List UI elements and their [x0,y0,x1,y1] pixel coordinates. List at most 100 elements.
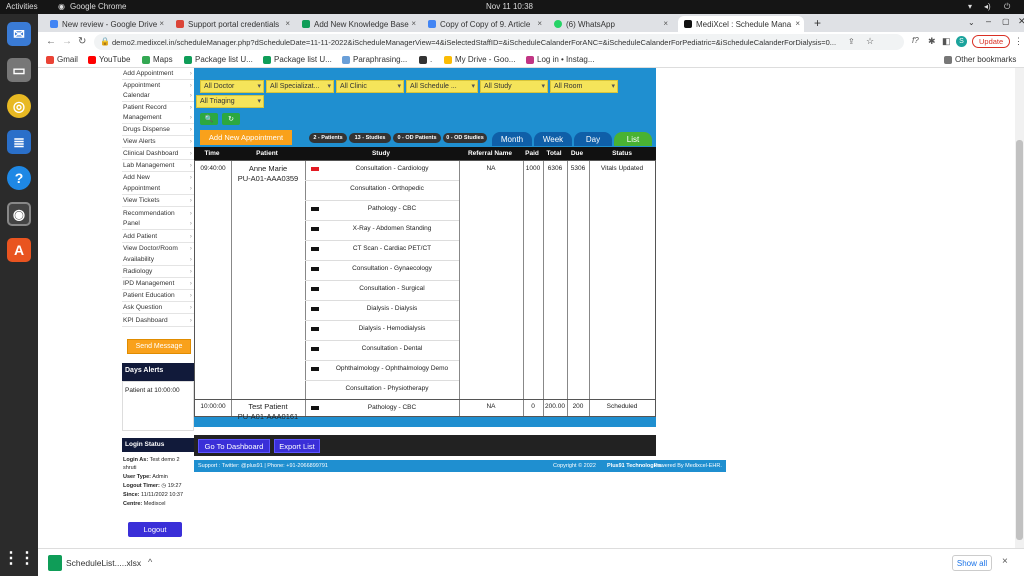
sidebar-item-kpi-dashboard[interactable]: KPI Dashboard [122,315,194,327]
sidebar-item-ask-question[interactable]: Ask Question [122,302,194,314]
triaging-filter[interactable]: All Triaging [196,95,264,108]
omnibox[interactable]: 🔒 demo2.medixcel.in/scheduleManager.php?… [94,34,904,50]
app-name[interactable]: Google Chrome [70,2,126,11]
reload-icon[interactable]: ↻ [78,36,86,47]
study-filter[interactable]: All Study [480,80,548,93]
refresh-button[interactable]: ↻ [222,113,240,125]
study-item[interactable]: Consultation - Gynaecology [305,261,459,281]
study-item[interactable]: Pathology - CBC [305,201,459,221]
share-icon[interactable]: ⇪ [848,37,855,46]
close-icon[interactable]: × [411,19,416,28]
study-item[interactable]: Consultation - Cardiology [305,161,459,181]
add-new-appointment-button[interactable]: Add New Appointment [200,130,292,145]
url-text[interactable]: demo2.medixcel.in/scheduleManager.php?dS… [112,38,852,47]
chrome-dock-icon[interactable]: ◉ [7,202,31,226]
study-item[interactable]: Pathology - CBC [305,400,459,420]
bookmark-dot[interactable]: . [419,55,432,64]
thunderbird-icon[interactable]: ✉ [7,22,31,46]
formula-extension-icon[interactable]: f? [912,36,919,45]
specialization-filter[interactable]: All Specializat... [266,80,334,93]
files-icon[interactable]: ▭ [7,58,31,82]
tab-knowledge-base[interactable]: Add New Knowledge Base × [296,16,420,32]
tab-medixcel[interactable]: MediXcel : Schedule Mana × [678,16,804,32]
download-file-name[interactable]: ScheduleList.....xlsx [66,558,141,568]
sidebar-item-radiology[interactable]: Radiology [122,266,194,278]
sidebar-item-clinical-dashboard[interactable]: Clinical Dashboard [122,148,194,160]
sidebar-item-doctor-availability-2[interactable]: Availability [122,254,194,266]
bookmark-paraphrasing[interactable]: Paraphrasing... [342,55,407,64]
row-patient-id[interactable]: PU-A01-AAA0161 [231,412,305,421]
tab-support-portal[interactable]: Support portal credentials × [170,16,294,32]
study-item[interactable]: CT Scan - Cardiac PET/CT [305,241,459,261]
writer-icon[interactable]: ≣ [7,130,31,154]
row-patient-id[interactable]: PU-A01-AAA0359 [231,174,305,183]
search-button[interactable]: 🔍 [200,113,218,125]
doctor-filter[interactable]: All Doctor [200,80,264,93]
bookmark-package-list-1[interactable]: Package list U... [184,55,253,64]
room-filter[interactable]: All Room [550,80,618,93]
tab-list[interactable]: List [614,132,652,146]
avatar[interactable]: S [956,36,967,47]
close-download-bar-icon[interactable]: × [1002,556,1008,567]
study-item[interactable]: Consultation - Surgical [305,281,459,301]
study-item[interactable]: Consultation - Orthopedic [305,181,459,201]
study-item[interactable]: Consultation - Physiotherapy [305,381,459,401]
sidebar-item-doctor-availability[interactable]: View Doctor/Room [122,243,194,254]
sidebar-item-patient-record-2[interactable]: Management [122,112,194,124]
bookmark-other[interactable]: Other bookmarks [944,55,1016,64]
sidebar-item-view-alerts[interactable]: View Alerts [122,136,194,148]
scrollbar-thumb[interactable] [1016,140,1023,540]
close-icon[interactable]: × [285,19,290,28]
bookmark-star-icon[interactable]: ☆ [866,36,874,47]
close-icon[interactable]: × [159,19,164,28]
extensions-icon[interactable]: ✱ [928,36,936,47]
tab-google-drive[interactable]: New review - Google Drive × [44,16,168,32]
activities-button[interactable]: Activities [6,2,38,11]
clock[interactable]: Nov 11 10:38 [486,2,533,11]
sidebar-item-appointment-calendar-2[interactable]: Calendar [122,90,194,102]
sidebar-item-patient-education[interactable]: Patient Education [122,290,194,302]
sidebar-item-add-patient[interactable]: Add Patient [122,231,194,243]
close-window-button[interactable]: ✕ [1018,16,1024,27]
sidebar-item-add-new-appointment[interactable]: Add New [122,172,194,183]
tab-month[interactable]: Month [492,132,532,146]
go-to-dashboard-button[interactable]: Go To Dashboard [198,439,270,453]
software-icon[interactable]: A [7,238,31,262]
lock-icon[interactable]: 🔒 [100,37,110,46]
bookmark-maps[interactable]: Maps [142,55,173,64]
study-item[interactable]: X-Ray - Abdomen Standing [305,221,459,241]
export-list-button[interactable]: Export List [274,439,320,453]
new-tab-button[interactable]: + [814,16,821,30]
sidebar-item-add-appointment[interactable]: Add Appointment [122,68,194,80]
maximize-button[interactable]: ▢ [1002,17,1010,26]
tab-day[interactable]: Day [574,132,612,146]
chevron-up-icon[interactable]: ^ [148,557,152,567]
help-icon[interactable]: ? [7,166,31,190]
bookmark-gmail[interactable]: Gmail [46,55,78,64]
tab-whatsapp[interactable]: (6) WhatsApp × [548,16,672,32]
study-item[interactable]: Ophthalmology - Ophthalmology Demo [305,361,459,381]
study-item[interactable]: Dialysis - Dialysis [305,301,459,321]
rhythmbox-icon[interactable]: ◎ [7,94,31,118]
forward-icon[interactable]: → [62,36,72,47]
power-icon[interactable]: ⏻ [1004,2,1010,12]
back-icon[interactable]: ← [46,36,56,47]
clinic-filter[interactable]: All Clinic [336,80,404,93]
sidebar-item-ipd-management[interactable]: IPD Management [122,278,194,290]
row-patient-name[interactable]: Test Patient [231,402,305,411]
bookmark-youtube[interactable]: YouTube [88,55,130,64]
close-icon[interactable]: × [537,19,542,28]
close-icon[interactable]: × [663,19,668,28]
volume-icon[interactable]: ◂) [984,2,991,11]
logout-button[interactable]: Logout [128,522,182,537]
bookmark-instagram[interactable]: Log in • Instag... [526,55,595,64]
bookmark-package-list-2[interactable]: Package list U... [263,55,332,64]
sidebar-item-lab-management[interactable]: Lab Management [122,160,194,172]
show-all-button[interactable]: Show all [952,555,992,571]
minimize-button[interactable]: – [986,16,991,26]
update-button[interactable]: Update [972,35,1011,48]
schedule-filter[interactable]: All Schedule ... [406,80,478,93]
sidebar-item-view-tickets[interactable]: View Tickets [122,195,194,207]
tab-week[interactable]: Week [534,132,572,146]
study-item[interactable]: Dialysis - Hemodialysis [305,321,459,341]
